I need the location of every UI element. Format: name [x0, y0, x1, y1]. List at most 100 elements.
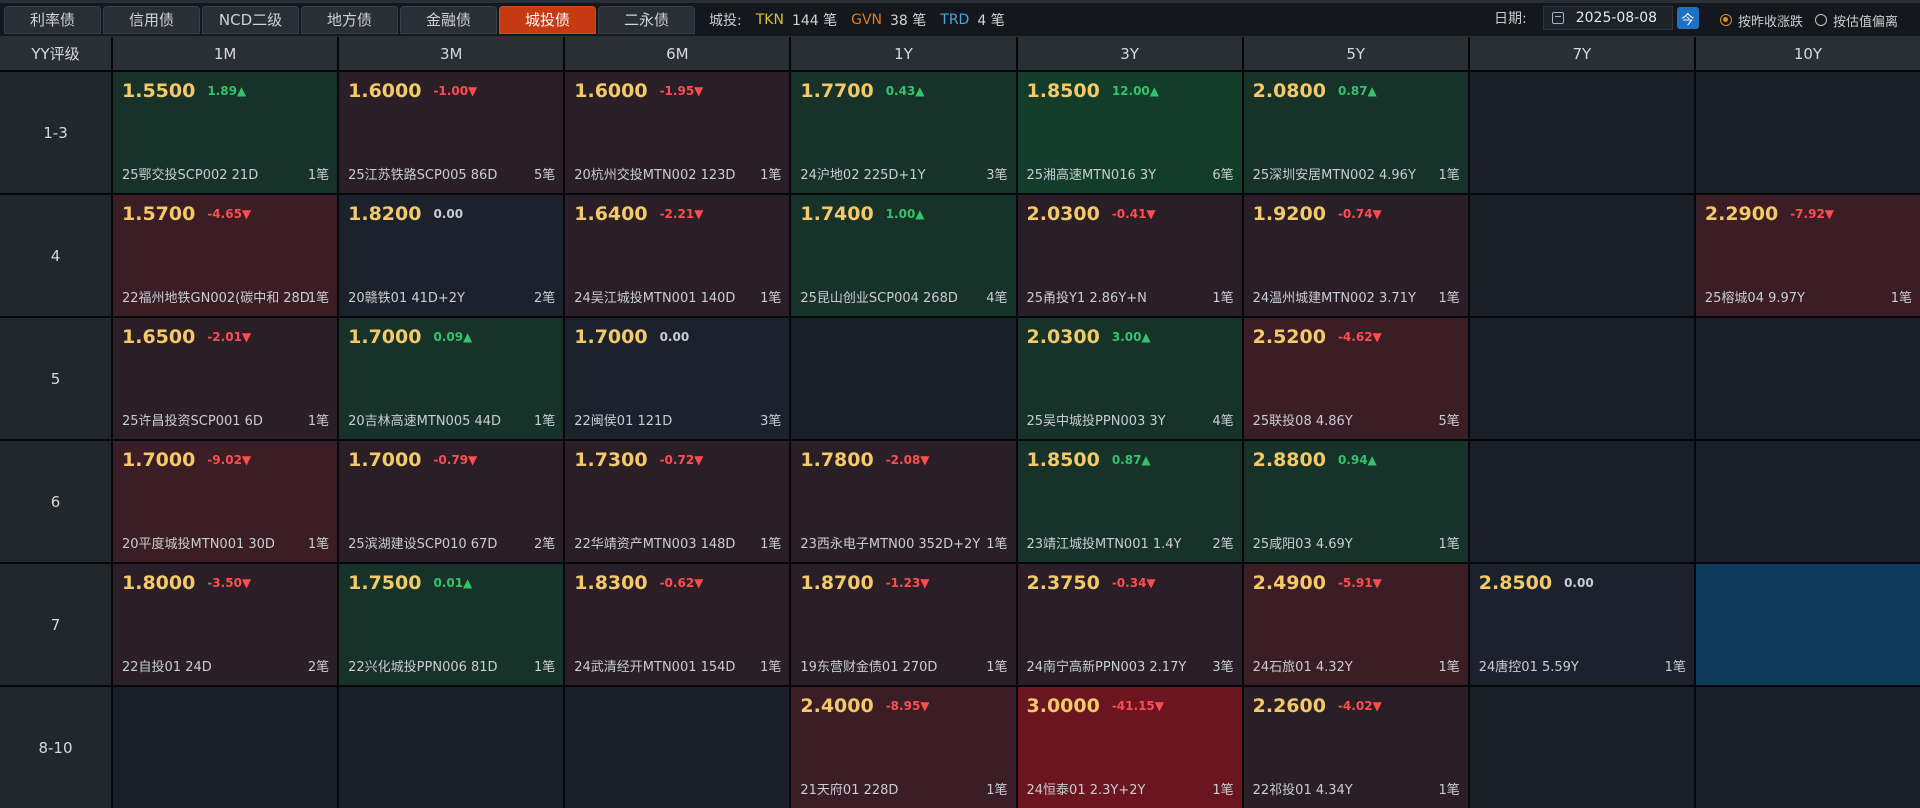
empty-cell[interactable]	[1695, 441, 1920, 562]
bond-name: 22闽侯01 121D	[574, 410, 672, 429]
today-button[interactable]: 今	[1676, 7, 1699, 29]
gvn-code: GVN	[851, 11, 883, 28]
empty-cell[interactable]	[1469, 195, 1694, 316]
quote-cell[interactable]: 1.5500 1.89▲ 25鄂交投SCP002 21D 1笔	[113, 72, 338, 193]
tenor-header[interactable]: 1M	[113, 37, 338, 70]
change-value: -1.23▼	[885, 576, 930, 590]
quote-top: 1.8700 -1.23▼	[800, 572, 1006, 594]
quote-cell[interactable]: 1.8700 -1.23▼ 19东营财金债01 270D 1笔	[791, 564, 1016, 685]
tab-local-gov[interactable]: 地方债	[301, 5, 398, 34]
empty-cell[interactable]	[791, 318, 1016, 439]
tab-financial[interactable]: 金融债	[400, 5, 497, 34]
quote-cell[interactable]: 1.7000 0.09▲ 20吉林高速MTN005 44D 1笔	[339, 318, 564, 439]
quote-cell[interactable]: 2.2600 -4.02▼ 22祁投01 4.34Y 1笔	[1243, 687, 1468, 808]
tab-lgfv[interactable]: 城投债	[499, 5, 596, 34]
rating-row-header: 6	[0, 441, 111, 562]
empty-cell[interactable]	[1469, 687, 1694, 808]
change-value: -41.15▼	[1111, 699, 1164, 713]
trade-count: 1笔	[760, 537, 782, 552]
quote-cell[interactable]: 1.8300 -0.62▼ 24武清经开MTN001 154D 1笔	[565, 564, 790, 685]
yield-value: 3.0000	[1026, 695, 1100, 717]
quote-cell[interactable]: 2.3750 -0.34▼ 24南宁高新PPN003 2.17Y 3笔	[1017, 564, 1242, 685]
bond-type-tabs: 利率债 信用债 NCD二级 地方债 金融债 城投债 二永债	[4, 5, 695, 34]
empty-cell[interactable]	[565, 687, 790, 808]
tenor-header[interactable]: 3M	[339, 37, 564, 70]
quote-cell[interactable]: 2.4900 -5.91▼ 24石旅01 4.32Y 1笔	[1243, 564, 1468, 685]
quote-cell[interactable]: 1.6500 -2.01▼ 25许昌投资SCP001 6D 1笔	[113, 318, 338, 439]
yield-value: 1.6500	[122, 326, 196, 348]
quote-cell[interactable]: 1.8000 -3.50▼ 22自投01 24D 2笔	[113, 564, 338, 685]
quote-cell[interactable]: 1.6000 -1.95▼ 20杭州交投MTN002 123D 1笔	[565, 72, 790, 193]
empty-cell[interactable]	[1695, 318, 1920, 439]
quote-cell[interactable]: 2.8500 0.00 24唐控01 5.59Y 1笔	[1469, 564, 1694, 685]
quote-cell[interactable]: 1.8500 0.87▲ 23靖江城投MTN001 1.4Y 2笔	[1017, 441, 1242, 562]
quote-top: 2.8800 0.94▲	[1253, 449, 1459, 471]
trade-count: 3笔	[760, 414, 782, 429]
empty-cell[interactable]	[1469, 72, 1694, 193]
quote-cell[interactable]: 1.7800 -2.08▼ 23西永电子MTN00 352D+2Y 1笔	[791, 441, 1016, 562]
quote-cell[interactable]: 2.5200 -4.62▼ 25联投08 4.86Y 5笔	[1243, 318, 1468, 439]
quote-cell[interactable]: 1.5700 -4.65▼ 22福州地铁GN002(碳中和 28D 1笔	[113, 195, 338, 316]
quote-cell[interactable]: 1.7500 0.01▲ 22兴化城投PPN006 81D 1笔	[339, 564, 564, 685]
quote-cell[interactable]: 1.7700 0.43▲ 24沪地02 225D+1Y 3笔	[791, 72, 1016, 193]
quote-cell[interactable]: 1.8200 0.00 20赣铁01 41D+2Y 2笔	[339, 195, 564, 316]
rating-row-header: 1-3	[0, 72, 111, 193]
tenor-header[interactable]: 7Y	[1469, 37, 1694, 70]
quote-cell[interactable]: 1.7000 0.00 22闽侯01 121D 3笔	[565, 318, 790, 439]
yield-value: 1.8500	[1026, 449, 1100, 471]
quote-cell[interactable]: 2.4000 -8.95▼ 21天府01 228D 1笔	[791, 687, 1016, 808]
trade-count: 1笔	[307, 291, 330, 306]
rating-header: YY评级	[0, 37, 111, 70]
bond-code: 19东营财金债01 270D	[800, 660, 938, 675]
quote-cell[interactable]: 1.6000 -1.00▼ 25江苏铁路SCP005 86D 5笔	[339, 72, 564, 193]
tab-credit[interactable]: 信用债	[103, 5, 200, 34]
quote-cell[interactable]: 2.2900 -7.92▼ 25榕城04 9.97Y 1笔	[1695, 195, 1920, 316]
tenor-header[interactable]: 5Y	[1243, 37, 1468, 70]
bond-code: 25咸阳03 4.69Y	[1252, 537, 1353, 552]
quote-cell[interactable]: 2.0300 3.00▲ 25吴中城投PPN003 3Y 4笔	[1017, 318, 1242, 439]
tenor-header[interactable]: 10Y	[1695, 37, 1920, 70]
tenor-header[interactable]: 3Y	[1017, 37, 1242, 70]
radio-prev-close[interactable]: 按昨收涨跌	[1720, 11, 1803, 30]
selected-cell[interactable]	[1695, 564, 1920, 685]
bond-code: 25湘高速MTN016 3Y	[1026, 168, 1157, 183]
yield-value: 2.0300	[1026, 203, 1100, 225]
empty-cell[interactable]	[1695, 687, 1920, 808]
bond-code: 23西永电子MTN00	[800, 537, 915, 552]
quote-cell[interactable]: 1.6400 -2.21▼ 24吴江城投MTN001 140D 1笔	[565, 195, 790, 316]
change-value: -0.34▼	[1111, 576, 1156, 590]
tenor-header[interactable]: 6M	[565, 37, 790, 70]
empty-cell[interactable]	[1695, 72, 1920, 193]
quote-top: 1.7000 0.00	[574, 326, 780, 348]
yield-value: 1.8200	[348, 203, 422, 225]
quote-top: 3.0000 -41.15▼	[1027, 695, 1233, 717]
bond-code: 24吴江城投MTN001 140D	[574, 291, 736, 306]
tab-perpetual[interactable]: 二永债	[598, 5, 695, 34]
empty-cell[interactable]	[113, 687, 338, 808]
quote-cell[interactable]: 1.9200 -0.74▼ 24温州城建MTN002 3.71Y 1笔	[1243, 195, 1468, 316]
quote-cell[interactable]: 2.0300 -0.41▼ 25甬投Y1 2.86Y+N 1笔	[1017, 195, 1242, 316]
quote-top: 1.5700 -4.65▼	[122, 203, 328, 225]
change-value: 0.00	[433, 207, 464, 221]
empty-cell[interactable]	[339, 687, 564, 808]
yield-value: 1.5500	[122, 80, 196, 102]
quote-cell[interactable]: 2.0800 0.87▲ 25深圳安居MTN002 4.96Y 1笔	[1243, 72, 1468, 193]
radio-valuation[interactable]: 按估值偏离	[1815, 11, 1898, 30]
tenor-header[interactable]: 1Y	[791, 37, 1016, 70]
bond-name: 20赣铁01 41D+2Y	[348, 287, 465, 306]
quote-cell[interactable]: 1.7000 -0.79▼ 25滨湖建设SCP010 67D 2笔	[339, 441, 564, 562]
bond-name: 24沪地02 225D+1Y	[800, 164, 925, 183]
bond-code: 24武清经开MTN001 154D	[574, 660, 736, 675]
empty-cell[interactable]	[1469, 441, 1694, 562]
quote-cell[interactable]: 1.7400 1.00▲ 25昆山创业SCP004 268D 4笔	[791, 195, 1016, 316]
tab-rates[interactable]: 利率债	[4, 5, 101, 34]
date-input[interactable]: 2025-08-08	[1542, 6, 1673, 30]
quote-cell[interactable]: 2.8800 0.94▲ 25咸阳03 4.69Y 1笔	[1243, 441, 1468, 562]
quote-cell[interactable]: 1.7300 -0.72▼ 22华靖资产MTN003 148D 1笔	[565, 441, 790, 562]
empty-cell[interactable]	[1469, 318, 1694, 439]
tab-ncd[interactable]: NCD二级	[202, 5, 299, 34]
quote-cell[interactable]: 1.7000 -9.02▼ 20平度城投MTN001 30D 1笔	[113, 441, 338, 562]
bond-name: 25许昌投资SCP001 6D	[122, 410, 263, 429]
quote-cell[interactable]: 1.8500 12.00▲ 25湘高速MTN016 3Y 6笔	[1017, 72, 1242, 193]
quote-cell[interactable]: 3.0000 -41.15▼ 24恒泰01 2.3Y+2Y 1笔	[1017, 687, 1242, 808]
